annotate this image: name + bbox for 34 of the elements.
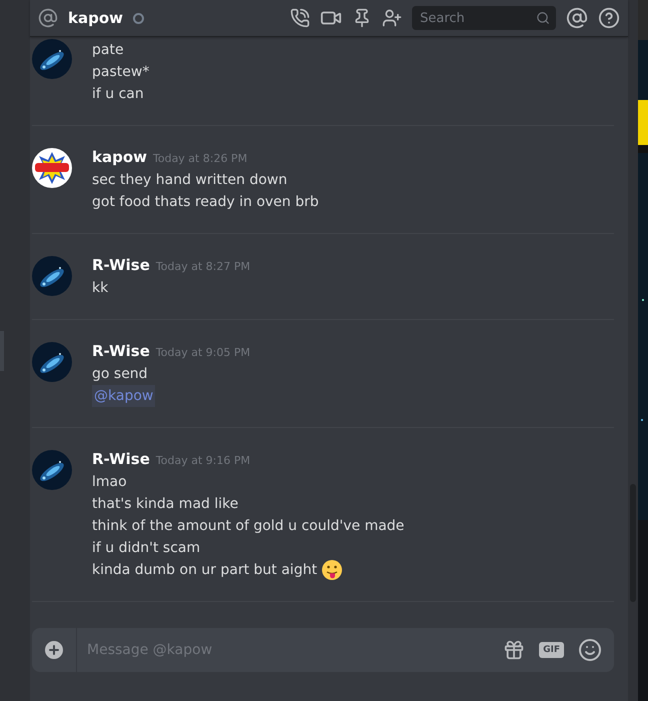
timestamp: Today at 9:16 PM (156, 454, 250, 467)
author-name[interactable]: R-Wise (92, 342, 150, 360)
gif-button[interactable]: GIF (539, 642, 564, 658)
scrollbar[interactable] (628, 0, 638, 701)
search-input[interactable]: Search (418, 10, 536, 26)
message-text: go send (92, 365, 149, 384)
message-text: think of the amount of gold u could've made (92, 517, 404, 536)
message-text: if u didn't scam (92, 539, 202, 558)
message-text: that's kinda mad like (92, 495, 240, 514)
search-field[interactable]: Search (412, 6, 556, 30)
timestamp: Today at 9:05 PM (156, 346, 250, 359)
message-text: kinda dumb on ur part but aight (92, 561, 318, 580)
smile-icon[interactable] (578, 638, 602, 662)
message-text: if u can (92, 85, 145, 104)
add-user-icon[interactable] (382, 8, 402, 28)
tongue-face-icon (321, 559, 344, 581)
message-text: lmao (92, 473, 128, 492)
mention-icon[interactable] (566, 7, 588, 29)
call-icon[interactable] (290, 8, 310, 28)
author-name[interactable]: R-Wise (92, 256, 150, 274)
timestamp: Today at 8:27 PM (156, 260, 250, 273)
message-text: sec they hand written down (92, 171, 288, 190)
message-text: got food thats ready in oven brb (92, 193, 319, 212)
author-name[interactable]: R-Wise (92, 450, 150, 468)
channel-title: kapow (68, 9, 123, 27)
message-text: pastew* (92, 63, 150, 82)
gift-icon[interactable] (503, 639, 526, 661)
message-text: pate (92, 41, 125, 60)
help-icon[interactable] (598, 7, 620, 29)
at-icon (38, 8, 58, 28)
message-text: kk (92, 279, 110, 298)
timestamp: Today at 8:26 PM (153, 152, 248, 165)
author-name[interactable]: kapow (92, 148, 147, 166)
search-icon (536, 11, 550, 25)
